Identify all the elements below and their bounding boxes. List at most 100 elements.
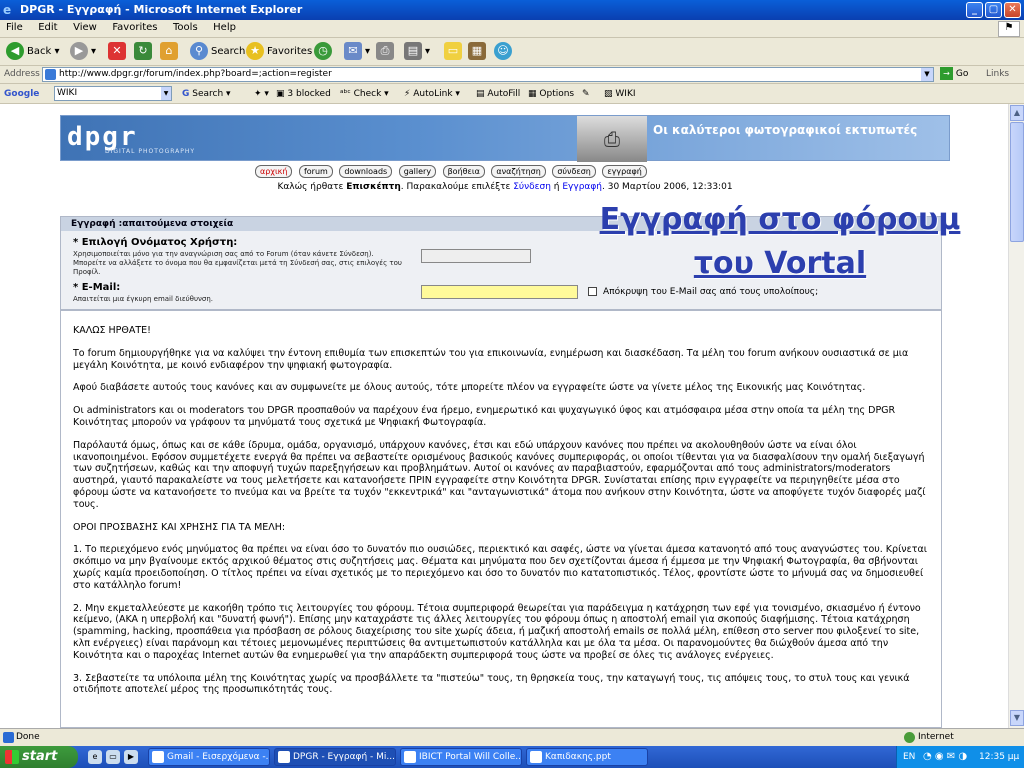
pencil-icon: ✎ — [582, 89, 590, 99]
home-button[interactable]: ⌂ — [160, 42, 181, 62]
terms-subheading: ΟΡΟΙ ΠΡΟΣΒΑΣΗΣ ΚΑΙ ΧΡΗΣΗΣ ΓΙΑ ΤΑ ΜΕΛΗ: — [73, 521, 286, 533]
terms-rule: 3. Σεβαστείτε τα υπόλοιπα μέλη της Κοινό… — [73, 672, 910, 696]
printer-image[interactable]: ⎙ — [577, 116, 647, 162]
language-indicator[interactable]: EN — [903, 746, 915, 768]
google-logo[interactable]: Google — [4, 87, 39, 101]
go-button[interactable]: → Go — [940, 67, 968, 82]
menu-bar: File Edit View Favorites Tools Help ⚑ — [0, 20, 1024, 38]
printer-icon: ⎙ — [376, 42, 394, 60]
favorites-button[interactable]: ★ Favorites — [246, 42, 312, 62]
stop-button[interactable]: ✕ — [108, 42, 129, 62]
task-gmail[interactable]: Gmail - Εισερχόμενα -... — [148, 748, 270, 766]
mail-button[interactable]: ✉ ▾ — [344, 42, 370, 62]
address-dropdown-icon[interactable]: ▼ — [921, 68, 933, 81]
back-arrow-icon: ◀ — [6, 42, 24, 60]
terms-paragraph: Παρόλαυτά όμως, όπως και σε κάθε ίδρυμα,… — [73, 439, 926, 510]
menu-file[interactable]: File — [0, 20, 29, 35]
page-icon — [45, 69, 56, 80]
research-button[interactable]: ▦ — [468, 42, 489, 62]
history-icon: ◷ — [314, 42, 332, 60]
username-input[interactable] — [421, 249, 531, 263]
login-link[interactable]: Σύνδεση — [513, 182, 551, 192]
forward-button[interactable]: ▶ ▾ — [70, 42, 96, 62]
powerpoint-icon — [530, 751, 542, 763]
refresh-button[interactable]: ↻ — [134, 42, 155, 62]
search-button[interactable]: ⚲ Search — [190, 42, 245, 62]
popup-blocker-button[interactable]: ▣ 3 blocked — [276, 87, 331, 101]
logo-subtitle: DIGITAL PHOTOGRAPHY — [105, 148, 196, 155]
window-title: DPGR - Εγγραφή - Microsoft Internet Expl… — [20, 3, 303, 16]
start-button[interactable]: start — [0, 746, 78, 768]
research-icon: ▦ — [468, 42, 486, 60]
banner-tagline[interactable]: Οι καλύτεροι φωτογραφικοί εκτυπωτές — [653, 123, 917, 137]
terms-text: ΚΑΛΩΣ ΗΡΘΑΤΕ! Το forum δημιουργήθηκε για… — [60, 310, 942, 728]
welcome-line: Καλώς ήρθατε Επισκέπτη. Παρακαλούμε επιλ… — [277, 182, 733, 192]
nav-downloads[interactable]: downloads — [339, 165, 393, 178]
address-label: Address — [4, 69, 40, 79]
address-input[interactable]: http://www.dpgr.gr/forum/index.php?board… — [42, 67, 934, 82]
google-g-icon: G — [182, 89, 190, 99]
wand-icon: ⚡ — [404, 89, 411, 99]
nav-search[interactable]: αναζήτηση — [491, 165, 546, 178]
wiki-icon: ▧ — [604, 89, 613, 99]
quicklaunch-desktop-icon[interactable]: ▭ — [106, 750, 120, 764]
highlight-button[interactable]: ✎ — [582, 87, 590, 101]
menu-edit[interactable]: Edit — [32, 20, 63, 35]
scroll-up-icon[interactable]: ▲ — [1010, 105, 1024, 121]
page-status-icon — [3, 732, 14, 743]
email-input[interactable] — [421, 285, 578, 299]
word-icon — [404, 751, 416, 763]
status-text: Done — [16, 732, 40, 742]
ie-task-icon — [278, 751, 290, 763]
google-search-button[interactable]: G Search ▾ — [182, 87, 231, 101]
google-search-input[interactable]: WIKI ▼ — [54, 86, 172, 101]
hide-email-label: Απόκρυψη του E-Mail σας από τους υπολοίπ… — [603, 287, 819, 297]
autofill-button[interactable]: ▤ AutoFill — [476, 87, 520, 101]
history-button[interactable]: ◷ — [314, 42, 335, 62]
quicklaunch-media-icon[interactable]: ▶ — [124, 750, 138, 764]
print-button[interactable]: ⎙ — [376, 42, 397, 62]
register-link[interactable]: Εγγραφή — [562, 182, 602, 192]
minimize-button[interactable]: _ — [966, 2, 983, 18]
maximize-button[interactable]: ▢ — [985, 2, 1002, 18]
task-powerpoint[interactable]: Καπιδακης.ppt — [526, 748, 648, 766]
autolink-button[interactable]: ⚡ AutoLink ▾ — [404, 87, 460, 101]
menu-tools[interactable]: Tools — [167, 20, 204, 35]
internet-zone-icon — [904, 732, 915, 743]
terms-heading: ΚΑΛΩΣ ΗΡΘΑΤΕ! — [73, 325, 151, 336]
address-bar: Address http://www.dpgr.gr/forum/index.p… — [0, 66, 1024, 84]
task-dpgr[interactable]: DPGR - Εγγραφή - Mi... — [274, 748, 396, 766]
nav-forum[interactable]: forum — [298, 165, 333, 178]
quicklaunch-ie-icon[interactable]: e — [88, 750, 102, 764]
scroll-down-icon[interactable]: ▼ — [1010, 710, 1024, 726]
tray-icons[interactable]: ◔ ◉ ✉ ◑ — [923, 746, 967, 768]
page-info-button[interactable]: ✦ ▾ — [254, 87, 269, 101]
menu-view[interactable]: View — [67, 20, 103, 35]
window-titlebar[interactable]: e DPGR - Εγγραφή - Microsoft Internet Ex… — [0, 0, 1024, 20]
messenger-button[interactable]: ☺ — [494, 42, 515, 62]
options-button[interactable]: ▦ Options — [528, 87, 574, 101]
google-dropdown-icon[interactable]: ▼ — [161, 87, 171, 100]
task-ibict[interactable]: IBICT Portal Will Colle... — [400, 748, 522, 766]
nav-gallery[interactable]: gallery — [398, 165, 437, 178]
spellcheck-button[interactable]: ᵃᵇᶜ Check ▾ — [340, 87, 389, 101]
security-zone: Internet — [918, 732, 954, 742]
menu-favorites[interactable]: Favorites — [106, 20, 163, 35]
menu-help[interactable]: Help — [207, 20, 242, 35]
back-button[interactable]: ◀ Back ▾ — [6, 42, 59, 62]
terms-paragraph: Το forum δημιουργήθηκε για να καλύψει τη… — [73, 347, 909, 371]
hide-email-checkbox[interactable] — [588, 287, 597, 296]
forward-arrow-icon: ▶ — [70, 42, 88, 60]
clock[interactable]: 12:35 μμ — [979, 746, 1019, 768]
username-description: Χρησιμοποιείται μόνο για την αναγνώριση … — [73, 250, 402, 276]
edit-button[interactable]: ▤ ▾ — [404, 42, 430, 62]
nav-home[interactable]: αρχική — [255, 165, 293, 178]
wiki-button[interactable]: ▧ WIKI — [604, 87, 636, 101]
links-button[interactable]: Links — [986, 69, 1009, 79]
close-button[interactable]: ✕ — [1004, 2, 1021, 18]
nav-login[interactable]: σύνδεση — [552, 165, 596, 178]
discuss-button[interactable]: ▭ — [444, 42, 465, 62]
nav-help[interactable]: βοήθεια — [442, 165, 485, 178]
status-bar: Done Internet — [0, 728, 1024, 746]
nav-register[interactable]: εγγραφή — [602, 165, 647, 178]
